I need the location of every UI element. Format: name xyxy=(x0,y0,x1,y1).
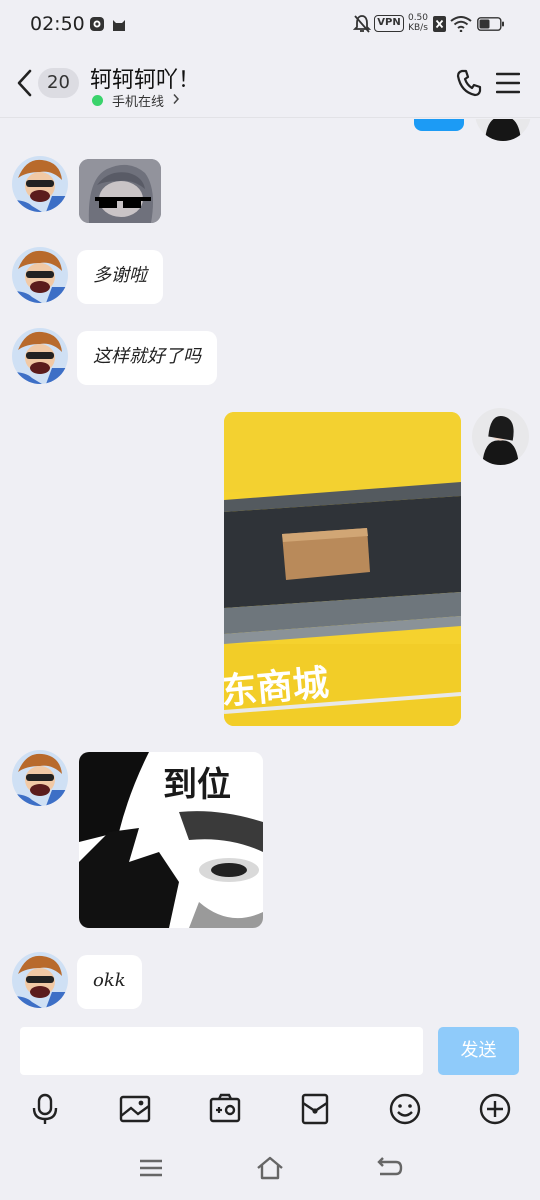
chat-message-list[interactable]: 多谢啦 这样就好了吗 东商城 到位 okk xyxy=(0,119,540,1019)
battery-icon xyxy=(477,17,504,31)
net-speed-unit: KB/s xyxy=(408,23,428,33)
send-button[interactable]: 发送 xyxy=(438,1027,519,1075)
partial-image-message[interactable] xyxy=(414,119,464,131)
camera-icon[interactable] xyxy=(208,1092,242,1126)
vpn-icon: VPN xyxy=(374,15,404,32)
meme-sticker: 到位 xyxy=(79,752,263,928)
contact-avatar[interactable] xyxy=(12,750,68,806)
text-message-bubble[interactable]: okk xyxy=(77,955,142,1009)
home-icon[interactable] xyxy=(255,1154,285,1182)
image-icon[interactable] xyxy=(118,1092,152,1126)
status-time: 02:50 xyxy=(30,13,85,35)
contact-name[interactable]: 轲轲轲吖！ xyxy=(90,62,200,94)
recents-icon[interactable] xyxy=(136,1154,166,1182)
unread-count-badge[interactable]: 20 xyxy=(38,68,79,98)
my-avatar[interactable] xyxy=(472,408,529,465)
chevron-right-icon xyxy=(173,94,180,104)
chat-toolbar xyxy=(0,1088,540,1132)
sticker-message[interactable] xyxy=(79,159,161,223)
net-speed: 0.50 KB/s xyxy=(407,13,429,33)
text-message-bubble[interactable]: 多谢啦 xyxy=(77,250,163,304)
no-sim-icon xyxy=(433,16,446,32)
status-bar: 02:50 VPN 0.50 KB/s xyxy=(0,0,540,50)
contact-avatar[interactable] xyxy=(12,952,68,1008)
mute-bell-icon xyxy=(353,15,371,33)
system-nav-bar xyxy=(0,1140,540,1200)
shield-app-icon xyxy=(90,17,104,31)
emoji-icon[interactable] xyxy=(388,1092,422,1126)
message-input-bar: 发送 xyxy=(0,1019,540,1081)
my-avatar[interactable] xyxy=(475,119,531,141)
plus-icon[interactable] xyxy=(478,1092,512,1126)
sticker-message[interactable]: 到位 xyxy=(79,752,263,928)
phone-call-icon[interactable] xyxy=(455,68,483,98)
contact-avatar[interactable] xyxy=(12,328,68,384)
online-dot xyxy=(92,95,103,106)
net-speed-value: 0.50 xyxy=(407,13,429,23)
anime-sunglasses-sticker xyxy=(79,159,161,223)
wifi-icon xyxy=(450,16,472,32)
text-message-bubble[interactable]: 这样就好了吗 xyxy=(77,331,217,385)
online-status[interactable]: 手机在线 xyxy=(112,91,164,110)
back-arrow-icon[interactable] xyxy=(14,68,36,98)
microphone-icon[interactable] xyxy=(28,1092,62,1126)
sticker-caption: 到位 xyxy=(163,765,231,805)
red-packet-icon[interactable] xyxy=(298,1092,332,1126)
contact-avatar[interactable] xyxy=(12,156,68,212)
menu-icon[interactable] xyxy=(496,72,520,94)
cat-app-icon xyxy=(113,20,125,31)
photo-message[interactable]: 东商城 xyxy=(224,412,461,726)
chat-header: 20 轲轲轲吖！ 手机在线 xyxy=(0,50,540,118)
message-input[interactable] xyxy=(20,1027,423,1075)
back-nav-icon[interactable] xyxy=(374,1154,404,1182)
parcel-locker-photo: 东商城 xyxy=(224,412,461,726)
contact-avatar[interactable] xyxy=(12,247,68,303)
